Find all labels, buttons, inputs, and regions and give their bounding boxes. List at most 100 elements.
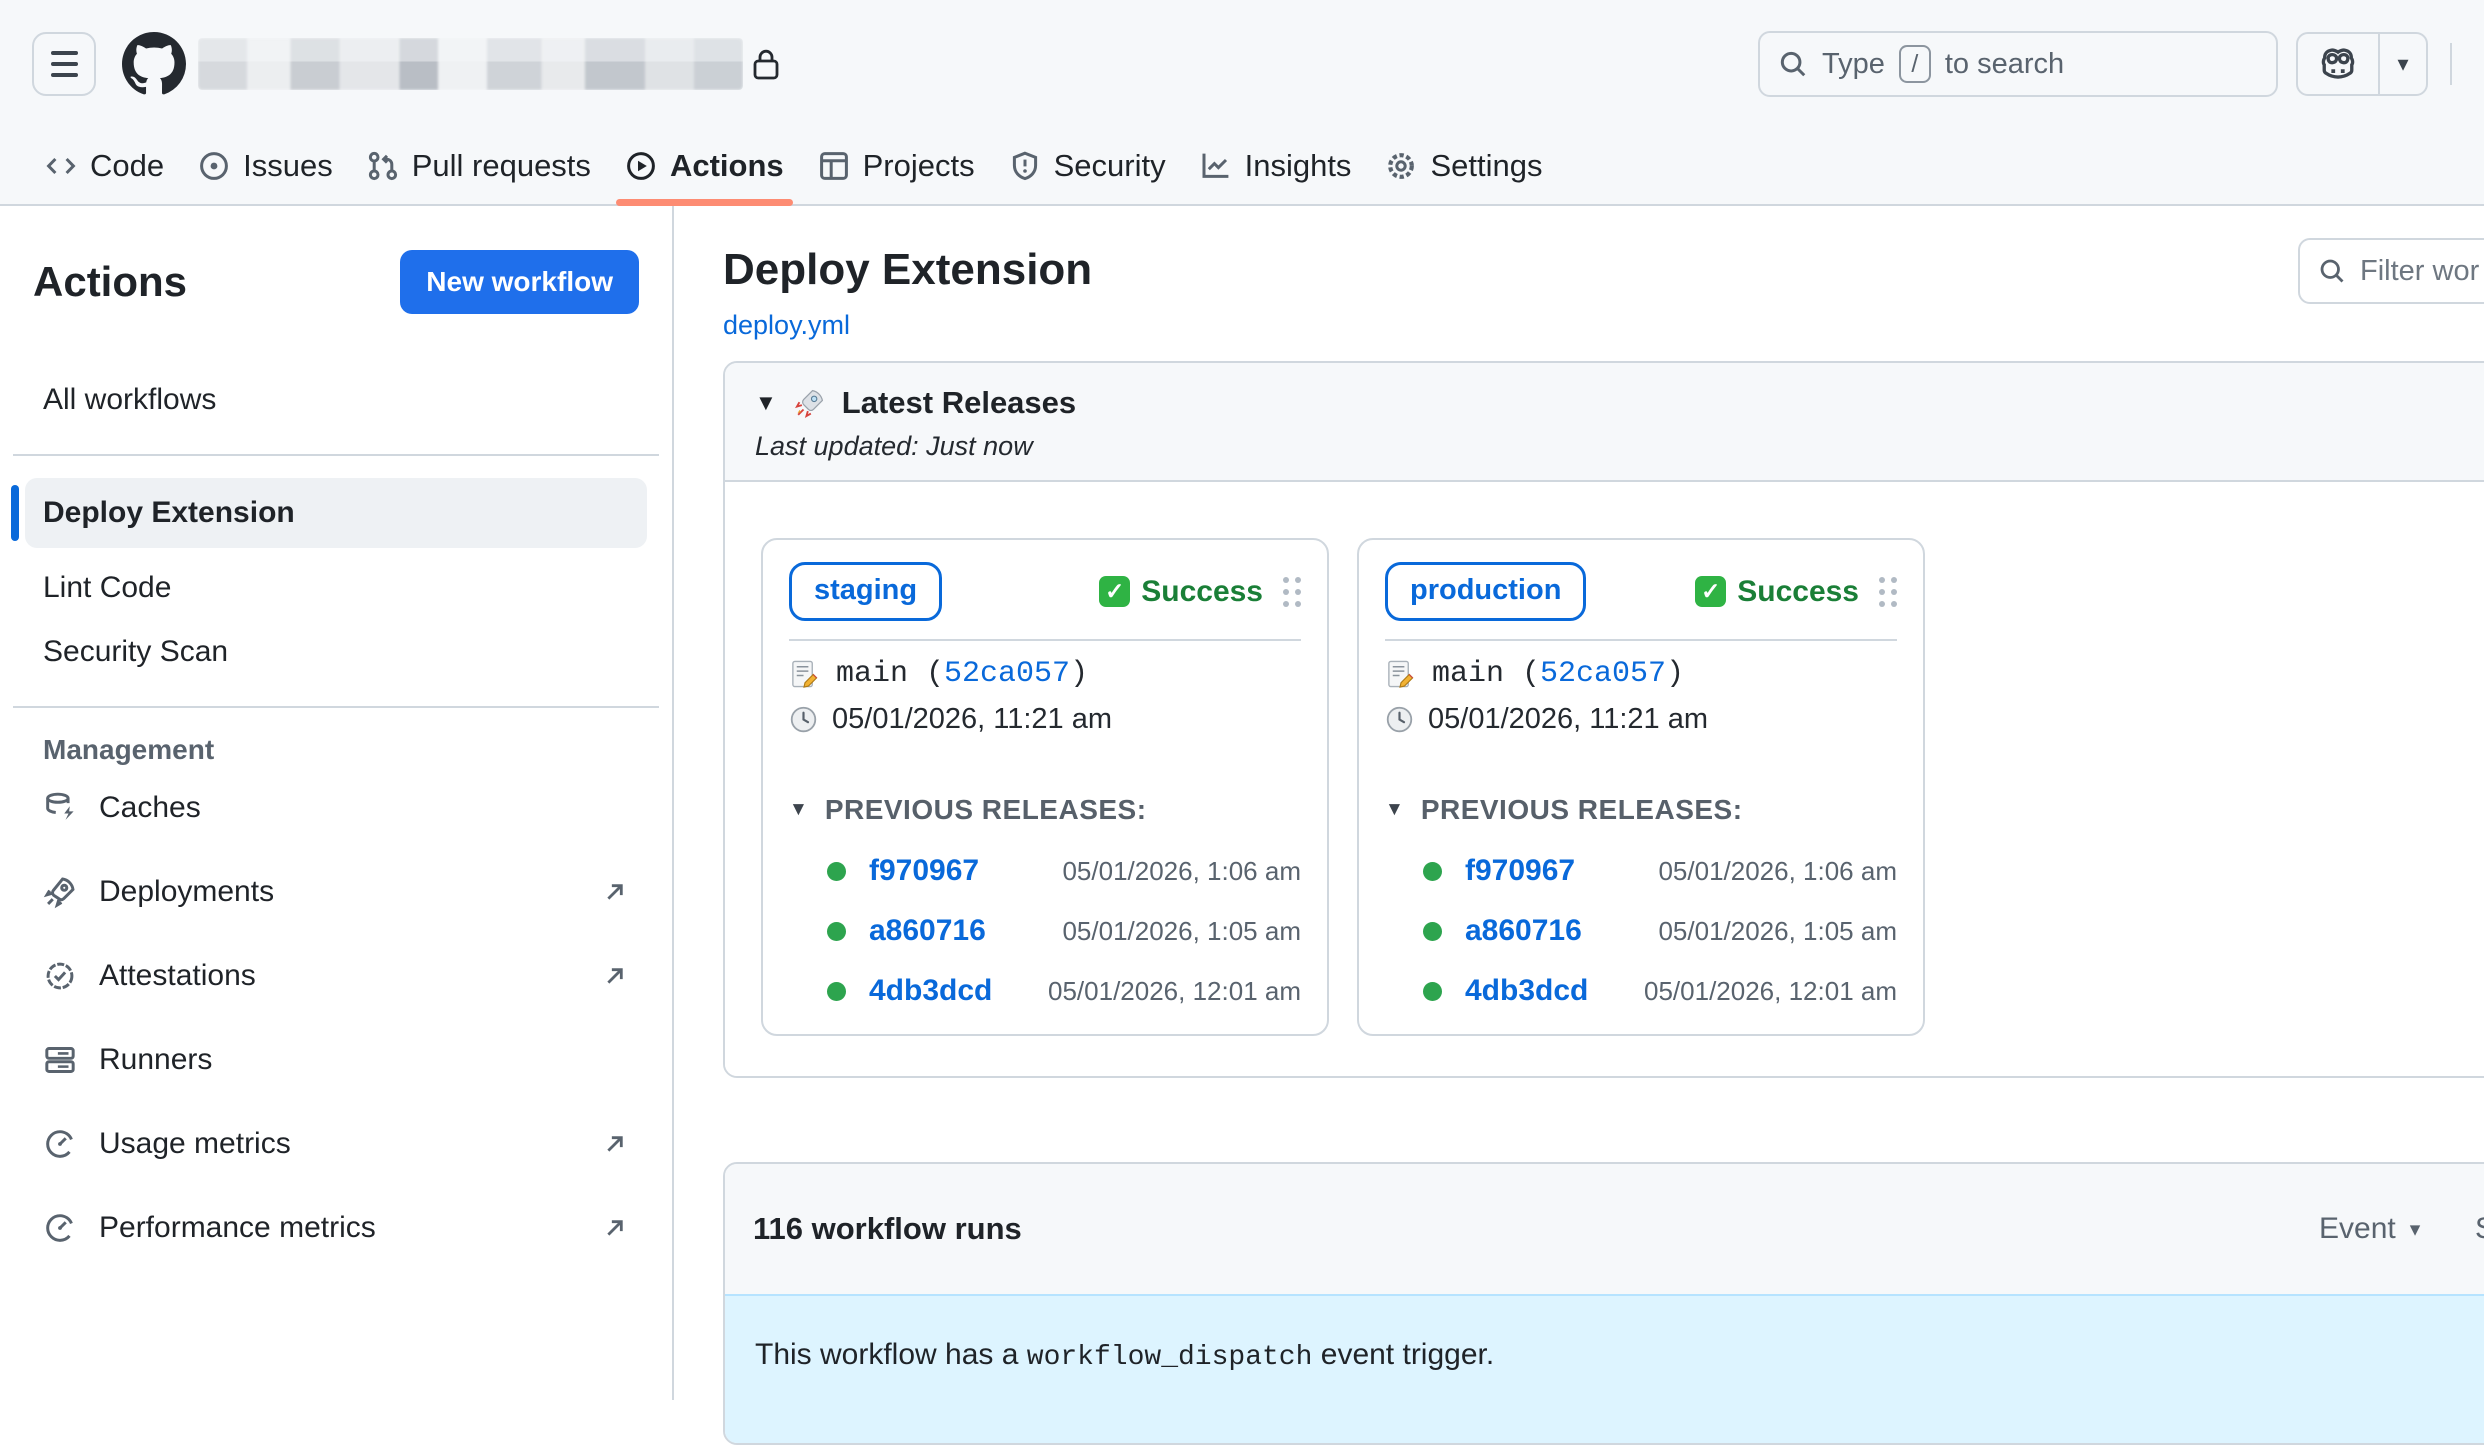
- tab-code[interactable]: Code: [28, 128, 181, 204]
- status-badge: ✓ Success: [1099, 575, 1263, 609]
- issue-opened-icon: [198, 150, 230, 182]
- sidebar-divider: [13, 454, 659, 456]
- green-dot-icon: [827, 982, 846, 1001]
- collapse-triangle-icon[interactable]: ▼: [1385, 799, 1404, 821]
- gear-icon: [1385, 150, 1417, 182]
- release-sha-link[interactable]: f970967: [869, 854, 979, 888]
- workflow-file-link[interactable]: deploy.yml: [723, 310, 850, 341]
- global-search-input[interactable]: Type / to search: [1758, 31, 2278, 97]
- tab-issues[interactable]: Issues: [181, 128, 350, 204]
- environment-pill[interactable]: production: [1385, 562, 1586, 621]
- last-updated-text: Last updated: Just now: [755, 431, 2484, 462]
- release-card-production: production ✓ Success main (52ca057): [1357, 538, 1925, 1036]
- green-dot-icon: [827, 862, 846, 881]
- play-circle-icon: [625, 150, 657, 182]
- page-title: Deploy Extension: [723, 244, 2484, 296]
- tab-insights[interactable]: Insights: [1183, 128, 1369, 204]
- sidebar-item-performance-metrics[interactable]: Performance metrics: [25, 1186, 647, 1270]
- collapse-triangle-icon[interactable]: ▼: [755, 390, 777, 416]
- release-sha-link[interactable]: a860716: [1465, 914, 1582, 948]
- caret-down-icon: ▾: [2410, 1217, 2421, 1242]
- search-placeholder-pre: Type: [1822, 48, 1885, 81]
- previous-releases-toggle[interactable]: ▼ PREVIOUS RELEASES:: [789, 794, 1147, 826]
- table-icon: [818, 150, 850, 182]
- latest-releases-body: staging ✓ Success main (52ca057): [725, 482, 2484, 1076]
- status-filter-dropdown[interactable]: Status ▾: [2475, 1212, 2484, 1246]
- external-link-icon: [601, 1214, 629, 1242]
- previous-releases-list: f970967 05/01/2026, 1:06 am a860716 05/0…: [1385, 854, 1897, 1008]
- tab-settings[interactable]: Settings: [1368, 128, 1559, 204]
- release-sha-link[interactable]: a860716: [869, 914, 986, 948]
- sidebar-item-usage-metrics[interactable]: Usage metrics: [25, 1102, 647, 1186]
- sidebar-title: Actions: [33, 258, 187, 306]
- filter-workflow-runs-input[interactable]: Filter wor: [2298, 238, 2484, 304]
- release-row: 4db3dcd 05/01/2026, 12:01 am: [1423, 974, 1897, 1008]
- card-divider: [1385, 639, 1897, 641]
- new-workflow-button[interactable]: New workflow: [400, 250, 639, 314]
- latest-releases-title: Latest Releases: [842, 385, 1076, 421]
- sidebar-item-caches[interactable]: Caches: [25, 766, 647, 850]
- card-divider: [789, 639, 1301, 641]
- sidebar-item-security-scan[interactable]: Security Scan: [25, 620, 647, 684]
- drag-grip-icon[interactable]: [1283, 577, 1301, 607]
- commit-sha-link[interactable]: 52ca057: [944, 657, 1070, 691]
- search-icon: [1778, 49, 1808, 79]
- event-filter-dropdown[interactable]: Event ▾: [2319, 1212, 2420, 1246]
- release-row: a860716 05/01/2026, 1:05 am: [827, 914, 1301, 948]
- repo-breadcrumb-redacted[interactable]: [198, 38, 743, 90]
- slash-key-hint: /: [1899, 45, 1931, 83]
- latest-releases-header: ▼ Latest Releases Last updated: Just now: [725, 363, 2484, 482]
- green-dot-icon: [1423, 982, 1442, 1001]
- release-row: f970967 05/01/2026, 1:06 am: [827, 854, 1301, 888]
- green-dot-icon: [1423, 922, 1442, 941]
- tab-pull-requests[interactable]: Pull requests: [350, 128, 608, 204]
- previous-releases-toggle[interactable]: ▼ PREVIOUS RELEASES:: [1385, 794, 1743, 826]
- hamburger-menu-button[interactable]: [32, 32, 96, 96]
- github-logo-icon[interactable]: [122, 32, 186, 96]
- main-content: Filter wor Deploy Extension deploy.yml ▼…: [676, 206, 2484, 1400]
- external-link-icon: [601, 878, 629, 906]
- release-row: f970967 05/01/2026, 1:06 am: [1423, 854, 1897, 888]
- release-sha-link[interactable]: f970967: [1465, 854, 1575, 888]
- rocket-emoji-icon: [793, 387, 826, 420]
- green-dot-icon: [1423, 862, 1442, 881]
- copilot-split-button[interactable]: ▾: [2296, 32, 2428, 96]
- check-mark-icon: ✓: [1099, 576, 1130, 607]
- drag-grip-icon[interactable]: [1879, 577, 1897, 607]
- sidebar-item-all-workflows[interactable]: All workflows: [25, 368, 647, 432]
- copilot-dropdown-caret[interactable]: ▾: [2378, 34, 2426, 94]
- commit-sha-link[interactable]: 52ca057: [1540, 657, 1666, 691]
- branch-commit-line: main (52ca057): [1385, 657, 1897, 691]
- workflow-runs-box: 116 workflow runs Event ▾ Status ▾ This …: [723, 1162, 2484, 1445]
- release-sha-link[interactable]: 4db3dcd: [1465, 974, 1588, 1008]
- tab-security[interactable]: Security: [992, 128, 1183, 204]
- header-row: Type / to search ▾: [0, 0, 2484, 128]
- deploy-time-line: 05/01/2026, 11:21 am: [1385, 703, 1897, 736]
- green-dot-icon: [827, 922, 846, 941]
- environment-pill[interactable]: staging: [789, 562, 942, 621]
- memo-icon: [1385, 659, 1416, 690]
- latest-releases-toggle[interactable]: ▼ Latest Releases: [755, 385, 1076, 421]
- tab-projects[interactable]: Projects: [801, 128, 992, 204]
- release-card-staging: staging ✓ Success main (52ca057): [761, 538, 1329, 1036]
- memo-icon: [789, 659, 820, 690]
- workflow-dispatch-code: workflow_dispatch: [1027, 1342, 1313, 1373]
- sidebar-item-deploy-extension[interactable]: Deploy Extension: [25, 478, 647, 548]
- sidebar-item-attestations[interactable]: Attestations: [25, 934, 647, 1018]
- copilot-icon[interactable]: [2298, 34, 2378, 94]
- sidebar-item-deployments[interactable]: Deployments: [25, 850, 647, 934]
- verified-badge-icon: [43, 959, 77, 993]
- tab-actions[interactable]: Actions: [608, 128, 801, 204]
- code-icon: [45, 150, 77, 182]
- repo-nav-tabs: Code Issues Pull requests Actions Projec…: [0, 128, 2484, 204]
- selected-indicator-bar: [11, 485, 19, 541]
- filter-placeholder: Filter wor: [2360, 255, 2479, 288]
- release-row: 4db3dcd 05/01/2026, 12:01 am: [827, 974, 1301, 1008]
- cache-icon: [43, 791, 77, 825]
- collapse-triangle-icon[interactable]: ▼: [789, 799, 808, 821]
- git-pull-request-icon: [367, 150, 399, 182]
- sidebar-item-runners[interactable]: Runners: [25, 1018, 647, 1102]
- sidebar-item-lint-code[interactable]: Lint Code: [25, 556, 647, 620]
- meter-icon: [43, 1127, 77, 1161]
- release-sha-link[interactable]: 4db3dcd: [869, 974, 992, 1008]
